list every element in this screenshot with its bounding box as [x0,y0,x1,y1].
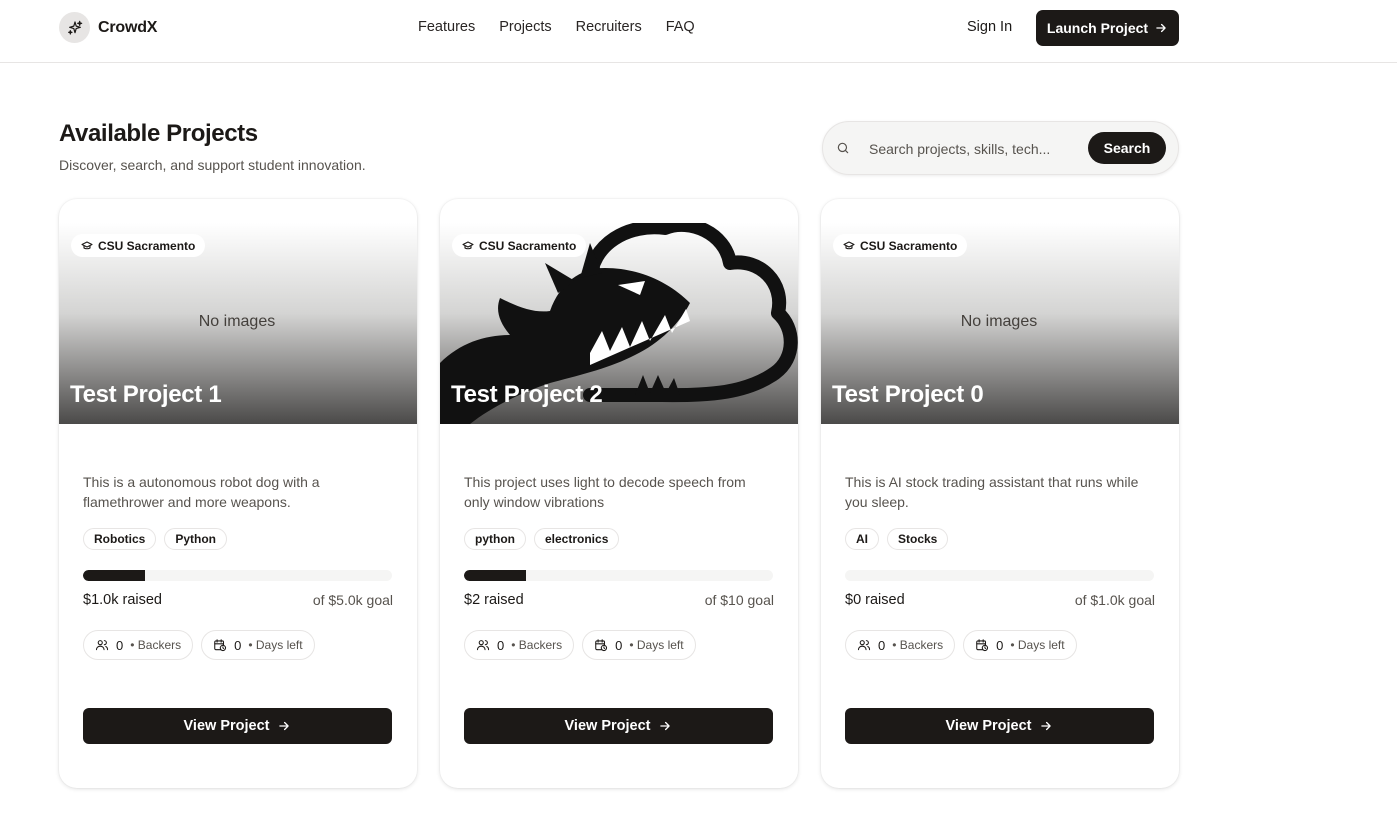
backers-label: • Backers [130,638,182,652]
graduation-cap-icon [81,240,93,249]
tag: python [464,528,526,550]
launch-project-label: Launch Project [1046,20,1149,36]
project-card: No images CSU Sacramento Test Project 0 … [821,199,1179,788]
project-stats: 0 • Backers 0 • Days left [83,630,315,660]
funding-progress-fill [464,570,526,581]
tag: Stocks [887,528,949,550]
project-stats: 0 • Backers 0 • Days left [845,630,1077,660]
users-icon [476,640,490,651]
backers-label: • Backers [892,638,944,652]
project-card: CSU Sacramento Test Project 2 This proje… [440,199,798,788]
funding-goal: of $5.0k goal [312,592,393,608]
tag: AI [845,528,879,550]
view-project-label: View Project [183,718,270,734]
top-navbar: CrowdX Features Projects Recruiters FAQ … [0,0,1397,63]
days-left-label: • Days left [629,638,684,652]
school-name: CSU Sacramento [860,238,958,253]
funding-progress-bar [845,570,1154,581]
search-input[interactable] [857,131,1081,167]
tag-list: python electronics [464,528,620,550]
backers-stat: 0 • Backers [83,630,194,660]
days-left-count: 0 [615,637,623,653]
nav-recruiters[interactable]: Recruiters [576,19,642,35]
amount-raised: $0 raised [845,592,905,608]
days-left-stat: 0 • Days left [201,630,315,660]
project-card: No images CSU Sacramento Test Project 1 … [59,199,417,788]
tag: Python [164,528,228,550]
calendar-clock-icon [976,639,989,652]
project-image-placeholder: No images CSU Sacramento Test Project 0 [821,223,1179,424]
view-project-label: View Project [945,718,1032,734]
search-icon [837,142,849,154]
days-left-count: 0 [234,637,242,653]
days-left-stat: 0 • Days left [582,630,696,660]
launch-project-button[interactable]: Launch Project [1036,10,1179,46]
school-name: CSU Sacramento [479,238,577,253]
funding-progress-bar [83,570,392,581]
page-subtitle: Discover, search, and support student in… [59,157,366,173]
project-description: This project uses light to decode speech… [464,474,746,510]
sparkles-icon [59,12,90,43]
days-left-count: 0 [996,637,1004,653]
funding-progress-bar [464,570,773,581]
project-image: CSU Sacramento Test Project 2 [440,223,798,424]
funding-goal: of $10 goal [704,592,774,608]
project-description: This is AI stock trading assistant that … [845,474,1139,510]
graduation-cap-icon [462,240,474,249]
calendar-clock-icon [214,639,227,652]
backers-stat: 0 • Backers [845,630,956,660]
tag-list: Robotics Python [83,528,228,550]
view-project-label: View Project [564,718,651,734]
arrow-right-icon [660,721,671,731]
no-images-text: No images [960,313,1038,330]
project-title: Test Project 0 [832,381,984,408]
nav-features[interactable]: Features [418,19,475,35]
project-description: This is a autonomous robot dog with a fl… [83,474,320,510]
days-left-label: • Days left [1010,638,1065,652]
backers-stat: 0 • Backers [464,630,575,660]
amount-raised: $1.0k raised [83,592,162,608]
arrow-right-icon [279,721,290,731]
graduation-cap-icon [843,240,855,249]
school-name: CSU Sacramento [98,238,196,253]
tag: Robotics [83,528,157,550]
project-stats: 0 • Backers 0 • Days left [464,630,696,660]
users-icon [95,640,109,651]
school-badge: CSU Sacramento [71,234,206,257]
nav-faq[interactable]: FAQ [666,19,695,35]
brand-logo[interactable]: CrowdX [59,12,157,43]
brand-name: CrowdX [98,18,158,36]
backers-count: 0 [116,637,124,653]
view-project-button[interactable]: View Project [83,708,392,744]
sign-in-link[interactable]: Sign In [967,19,1012,35]
search-bar: Search [822,121,1179,175]
main-nav: Features Projects Recruiters FAQ [418,19,695,35]
arrow-right-icon [1156,23,1166,33]
no-images-text: No images [198,313,276,330]
tag-list: AI Stocks [845,528,949,550]
backers-count: 0 [878,637,886,653]
backers-label: • Backers [511,638,563,652]
funding-goal: of $1.0k goal [1074,592,1155,608]
school-badge: CSU Sacramento [452,234,587,257]
project-title: Test Project 1 [70,381,222,408]
school-badge: CSU Sacramento [833,234,968,257]
arrow-right-icon [1041,721,1052,731]
funding-progress-fill [83,570,145,581]
amount-raised: $2 raised [464,592,524,608]
days-left-stat: 0 • Days left [963,630,1077,660]
days-left-label: • Days left [248,638,303,652]
page-title: Available Projects [59,120,258,147]
project-image-placeholder: No images CSU Sacramento Test Project 1 [59,223,417,424]
backers-count: 0 [497,637,505,653]
users-icon [857,640,871,651]
view-project-button[interactable]: View Project [464,708,773,744]
nav-projects[interactable]: Projects [499,19,551,35]
project-title: Test Project 2 [451,381,603,408]
search-button[interactable]: Search [1088,132,1166,164]
tag: electronics [534,528,620,550]
view-project-button[interactable]: View Project [845,708,1154,744]
calendar-clock-icon [595,639,608,652]
